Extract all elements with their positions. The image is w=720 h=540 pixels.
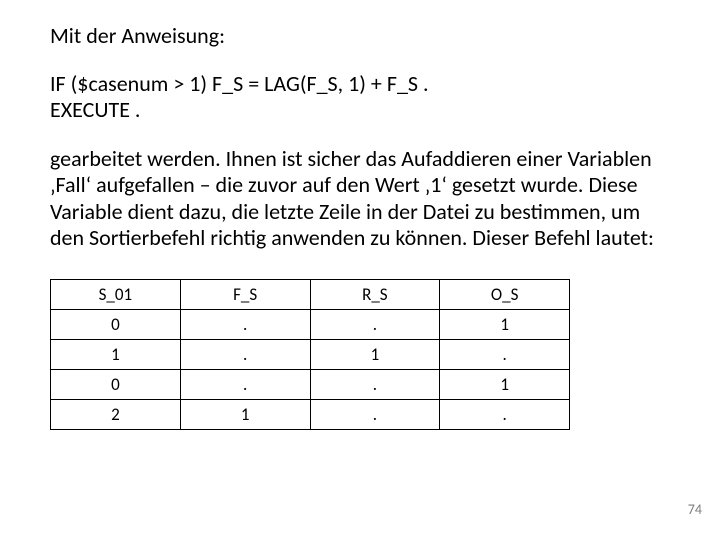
cell: . — [440, 340, 570, 370]
col-header: R_S — [310, 280, 440, 310]
cell: . — [440, 400, 570, 430]
table-row: 2 1 . . — [51, 400, 570, 430]
cell: . — [180, 340, 310, 370]
table-row: 0 . . 1 — [51, 370, 570, 400]
table-header-row: S_01 F_S R_S O_S — [51, 280, 570, 310]
code-line-2: EXECUTE . — [50, 97, 676, 123]
body-paragraph: gearbeitet werden. Ihnen ist sicher das … — [50, 146, 676, 252]
data-table: S_01 F_S R_S O_S 0 . . 1 1 . 1 . 0 . — [50, 279, 570, 430]
table-row: 0 . . 1 — [51, 310, 570, 340]
cell: 1 — [51, 340, 181, 370]
cell: . — [180, 370, 310, 400]
code-block: IF ($casenum > 1) F_S = LAG(F_S, 1) + F_… — [50, 71, 676, 124]
table-row: 1 . 1 . — [51, 340, 570, 370]
page-number: 74 — [688, 501, 702, 518]
code-line-1: IF ($casenum > 1) F_S = LAG(F_S, 1) + F_… — [50, 71, 676, 97]
slide-content: Mit der Anweisung: IF ($casenum > 1) F_S… — [0, 0, 720, 540]
cell: . — [310, 400, 440, 430]
cell: 1 — [440, 370, 570, 400]
cell: 2 — [51, 400, 181, 430]
cell: 1 — [440, 310, 570, 340]
col-header: S_01 — [51, 280, 181, 310]
col-header: O_S — [440, 280, 570, 310]
cell: 1 — [310, 340, 440, 370]
cell: 1 — [180, 400, 310, 430]
cell: . — [310, 310, 440, 340]
heading: Mit der Anweisung: — [50, 22, 676, 49]
col-header: F_S — [180, 280, 310, 310]
cell: 0 — [51, 370, 181, 400]
cell: 0 — [51, 310, 181, 340]
cell: . — [180, 310, 310, 340]
cell: . — [310, 370, 440, 400]
